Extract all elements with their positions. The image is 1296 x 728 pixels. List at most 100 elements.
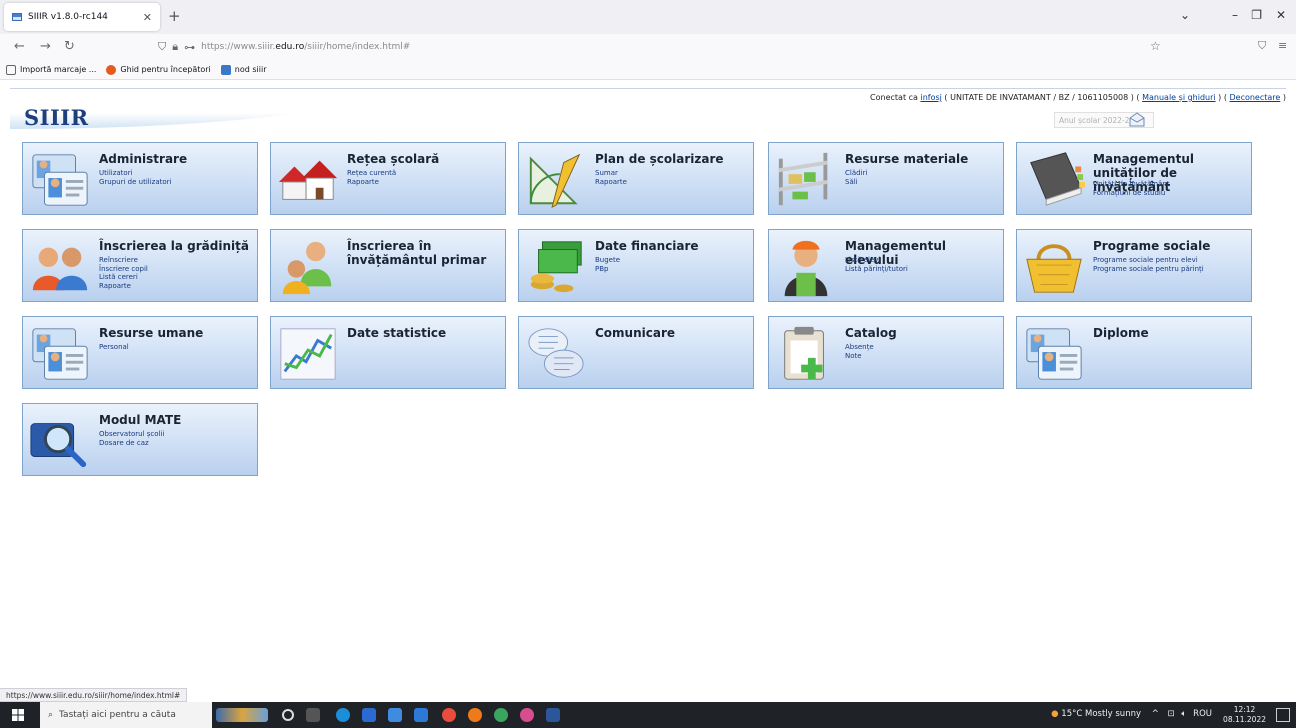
module-tile[interactable]: Resurse materiale Clădiri Săli [768,142,1004,215]
module-link[interactable]: Săli [845,178,867,187]
envelope-icon[interactable] [1128,111,1146,127]
module-tile[interactable]: Înscrierea la grădiniță Reînscriere Înscri… [22,229,258,302]
module-link[interactable]: Personal [99,343,129,352]
module-title[interactable]: Rețea școlară [347,152,501,166]
network-icon[interactable]: ⊡ [1168,709,1175,719]
module-link[interactable]: Clădiri [845,169,867,178]
module-link[interactable]: Bugete [595,256,620,265]
module-title[interactable]: Înscrierea la grădiniță [99,239,253,253]
menu-icon[interactable]: ≡ [1278,39,1287,52]
chrome-profile-2-icon[interactable] [520,708,534,722]
module-tile[interactable]: Comunicare [518,316,754,389]
module-link[interactable]: Observatorul școlii [99,430,164,439]
firefox-icon[interactable] [468,708,482,722]
chrome-icon[interactable] [442,708,456,722]
module-tile[interactable]: Înscrierea în învățământul primar [270,229,506,302]
module-link[interactable]: Înscriere copil [99,265,148,274]
bookmark-import[interactable]: Importă marcaje ... [6,64,96,75]
browser-tab[interactable]: SIIIR v1.8.0-rc144 ✕ [4,3,160,31]
module-link[interactable]: Sumar [595,169,627,178]
url-bar[interactable]: ⛉ 🔒︎ ⊶ https://www.siiir.edu.ro/siiir/ho… [158,37,1198,57]
tab-list-icon[interactable]: ⌄ [1180,8,1190,22]
module-link[interactable]: Grupuri de utilizatori [99,178,171,187]
new-tab-icon[interactable]: + [168,9,181,24]
user-link[interactable]: infosj [920,93,941,102]
module-links: Rețea curentă Rapoarte [347,169,396,186]
tray-chevron-icon[interactable]: ^ [1152,709,1159,719]
module-tile[interactable]: Managementul unităților de învățământ Uni… [1016,142,1252,215]
module-link[interactable]: Programe sociale pentru părinți [1093,265,1204,274]
minimize-icon[interactable]: – [1232,8,1238,22]
back-icon[interactable]: ← [14,39,25,54]
logout-link[interactable]: Deconectare [1229,93,1280,102]
module-link[interactable]: Listă cereri [99,273,148,282]
word-icon[interactable] [546,708,560,722]
module-tile[interactable]: Administrare Utilizatori Grupuri de utiliz… [22,142,258,215]
module-title[interactable]: Diplome [1093,326,1247,340]
module-title[interactable]: Înscrierea în învățământul primar [347,239,501,267]
module-tile[interactable]: Catalog Absențe Note [768,316,1004,389]
store-icon[interactable] [362,708,376,722]
reload-icon[interactable]: ↻ [64,39,75,54]
module-title[interactable]: Date statistice [347,326,501,340]
module-title[interactable]: Date financiare [595,239,749,253]
module-tile[interactable]: Rețea școlară Rețea curentă Rapoarte [270,142,506,215]
module-link[interactable]: Rețea curentă [347,169,396,178]
explorer-icon[interactable] [388,708,402,722]
module-title[interactable]: Catalog [845,326,999,340]
module-title[interactable]: Comunicare [595,326,749,340]
bookmark-getting-started[interactable]: Ghid pentru începători [106,64,211,75]
chrome-profile-icon[interactable] [494,708,508,722]
module-link[interactable]: Dosare de caz [99,439,164,448]
restore-icon[interactable]: ❐ [1251,8,1262,22]
bookmark-star-icon[interactable]: ☆ [1150,39,1161,53]
module-title[interactable]: Modul MATE [99,413,253,427]
module-link[interactable]: Rapoarte [595,178,627,187]
module-title[interactable]: Resurse umane [99,326,253,340]
module-tile[interactable]: Plan de școlarizare Sumar Rapoarte [518,142,754,215]
language-indicator[interactable]: ROU [1193,709,1212,719]
edge-icon[interactable] [336,708,350,722]
module-link[interactable]: Formațiuni de studiu [1093,189,1170,198]
magnifier-icon [30,423,87,468]
forward-icon[interactable]: → [40,39,51,54]
pocket-icon[interactable]: ⛉ [1258,39,1266,53]
weather-text[interactable]: 15°C Mostly sunny [1061,709,1141,719]
clock[interactable]: 12:12 08.11.2022 [1223,705,1266,725]
volume-icon[interactable]: 🔈︎ [1181,709,1186,719]
module-tile[interactable]: Date financiare Bugete PBp [518,229,754,302]
module-link[interactable]: Listă elevi [845,256,908,265]
module-tile[interactable]: Diplome [1016,316,1252,389]
weather-widget-icon[interactable] [216,708,268,722]
module-link[interactable]: Rapoarte [99,282,148,291]
close-tab-icon[interactable]: ✕ [143,11,152,24]
bookmark-nod-siiir[interactable]: nod siiir [220,64,267,75]
module-link[interactable]: Reînscriere [99,256,148,265]
module-title[interactable]: Resurse materiale [845,152,999,166]
module-tile[interactable]: Resurse umane Personal [22,316,258,389]
module-tile[interactable]: Modul MATE Observatorul școlii Dosare de c… [22,403,258,476]
module-link[interactable]: Listă părinți/tutori [845,265,908,274]
manuals-link[interactable]: Manuale și ghiduri [1142,93,1216,102]
module-link[interactable]: Absențe [845,343,874,352]
app-logo[interactable]: SIIIR [24,105,89,130]
module-link[interactable]: Unități de învățământ [1093,180,1170,189]
cortana-icon[interactable] [282,709,294,721]
module-title[interactable]: Programe sociale [1093,239,1247,253]
notifications-icon[interactable] [1276,708,1290,722]
module-link[interactable]: Note [845,352,874,361]
windows-start-icon[interactable] [12,709,24,721]
module-tile[interactable]: Managementul elevului Listă elevi Listă pă… [768,229,1004,302]
module-link[interactable]: Programe sociale pentru elevi [1093,256,1204,265]
task-view-icon[interactable] [306,708,320,722]
close-window-icon[interactable]: ✕ [1276,8,1286,22]
module-link[interactable]: PBp [595,265,620,274]
module-title[interactable]: Plan de școlarizare [595,152,749,166]
module-tile[interactable]: Date statistice [270,316,506,389]
module-tile[interactable]: Programe sociale Programe sociale pentru … [1016,229,1252,302]
module-title[interactable]: Administrare [99,152,253,166]
taskbar-search[interactable]: ⌕ Tastați aici pentru a căuta [40,702,212,728]
module-link[interactable]: Utilizatori [99,169,171,178]
mail-icon[interactable] [414,708,428,722]
module-link[interactable]: Rapoarte [347,178,396,187]
